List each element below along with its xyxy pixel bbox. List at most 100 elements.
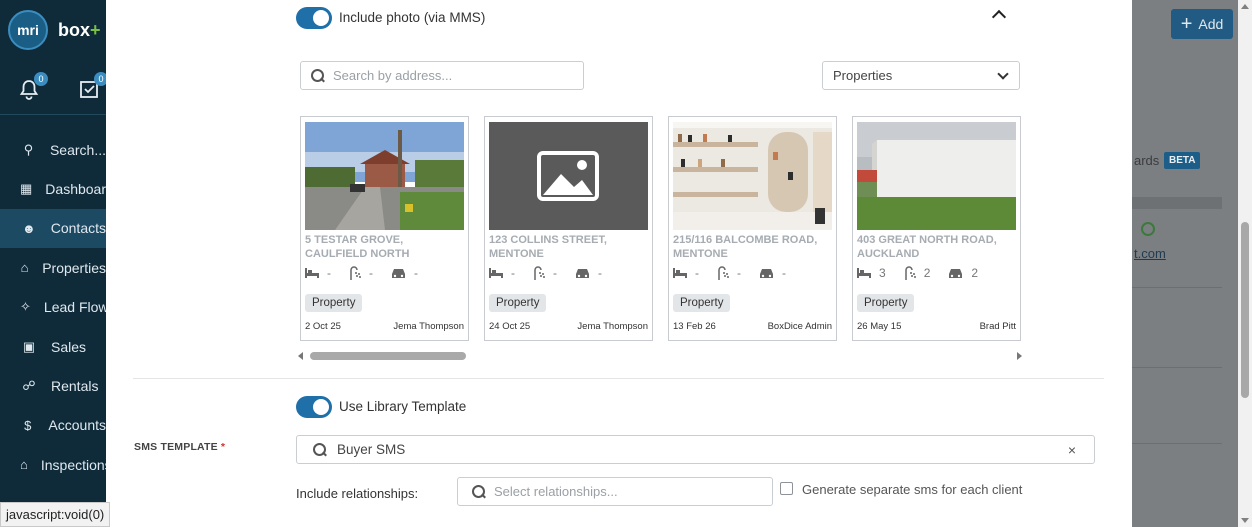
background-header-bar [1132, 197, 1222, 209]
plus-icon: + [1180, 13, 1193, 35]
property-card[interactable]: 5 TESTAR GROVE, CAULFIELD NORTH - - - Pr… [300, 116, 469, 341]
property-agent: Brad Pitt [979, 321, 1016, 332]
row-divider [1132, 287, 1222, 288]
required-marker: * [220, 441, 226, 453]
brand-name: box+ [58, 19, 101, 40]
sms-modal: Include photo (via MMS) Search by addres… [106, 0, 1132, 527]
property-features: 3 2 2 [857, 266, 996, 280]
sidebar-item-accounts[interactable]: $ Accounts [0, 406, 106, 445]
property-date: 2 Oct 25 [305, 321, 341, 332]
sms-template-select[interactable]: Buyer SMS × [296, 435, 1095, 464]
sales-icon: ▣ [22, 338, 36, 354]
include-photo-label: Include photo (via MMS) [339, 10, 486, 25]
property-address: 123 COLLINS STREET, MENTONE [489, 234, 607, 260]
sidebar-item-rentals[interactable]: ☍ Rentals [0, 366, 106, 405]
property-cards: 5 TESTAR GROVE, CAULFIELD NORTH - - - Pr… [300, 116, 1021, 341]
page-scrollbar[interactable] [1238, 0, 1252, 527]
clear-icon[interactable]: × [1068, 442, 1076, 458]
sidebar-item-label: Lead Flow [43, 299, 106, 316]
scroll-down-arrow-icon[interactable] [1241, 518, 1249, 523]
inspection-icon: ⌂ [20, 457, 28, 473]
sidebar-item-inspections[interactable]: ⌂ Inspections [0, 445, 106, 484]
cards-horizontal-scrollbar[interactable] [298, 351, 1022, 361]
sidebar-item-dashboard[interactable]: ▦ Dashboard [0, 169, 106, 208]
generate-separate-sms-checkbox[interactable] [780, 482, 793, 495]
home-icon: ⌂ [20, 260, 29, 276]
bed-icon [857, 268, 871, 278]
lead-flow-icon: ✧ [20, 299, 31, 315]
use-library-template-toggle[interactable] [296, 396, 332, 418]
scroll-up-arrow-icon[interactable] [1241, 4, 1249, 9]
property-features: - - - [489, 266, 620, 280]
baths-value: - [737, 266, 741, 280]
tasks-icon[interactable]: 0 [78, 72, 108, 100]
scroll-thumb[interactable] [1241, 222, 1249, 398]
cars-value: 2 [971, 266, 979, 280]
beds-value: - [327, 266, 331, 280]
sidebar-item-label: Rentals [51, 378, 99, 395]
add-button-label: Add [1198, 16, 1224, 32]
email-link[interactable]: t.com [1134, 246, 1166, 261]
search-icon [311, 68, 325, 83]
add-button[interactable]: + Add [1171, 9, 1233, 39]
sidebar-item-search[interactable]: ⚲ Search... [0, 130, 106, 169]
select-value: Properties [833, 68, 893, 83]
notification-badge: 0 [34, 72, 48, 86]
chevron-up-icon[interactable] [991, 9, 1007, 25]
chevron-down-icon [997, 67, 1009, 80]
sidebar-item-label: Properties [42, 259, 106, 276]
sidebar-nav: ⚲ Search... ▦ Dashboard ☻ Contacts ⌂ Propert… [0, 130, 106, 485]
scroll-left-arrow-icon[interactable] [298, 352, 303, 360]
sidebar-item-sales[interactable]: ▣ Sales [0, 327, 106, 366]
property-date: 13 Feb 26 [673, 321, 716, 332]
baths-value: - [553, 266, 557, 280]
car-icon [949, 268, 963, 278]
status-bar-url: javascript:void(0) [0, 502, 111, 527]
property-address: 403 GREAT NORTH ROAD, AUCKLAND [857, 234, 997, 260]
property-date: 24 Oct 25 [489, 321, 531, 332]
sidebar-item-label: Inspections [40, 456, 106, 473]
key-icon: ☍ [22, 378, 36, 394]
properties-select[interactable]: Properties [822, 61, 1020, 90]
address-search-input[interactable]: Search by address... [300, 61, 584, 90]
use-library-template-label: Use Library Template [339, 399, 467, 414]
sidebar: mri box+ 0 0 ⚲ Search... ▦ Dashboard ☻ Cont… [0, 0, 108, 527]
property-address: 215/116 BALCOMBE ROAD, MENTONE [673, 234, 818, 260]
sidebar-item-contacts[interactable]: ☻ Contacts [0, 208, 106, 249]
bed-icon [673, 268, 687, 278]
beta-badge: BETA [1164, 152, 1201, 169]
property-type-tag: Property [305, 294, 363, 312]
bed-icon [489, 268, 503, 278]
brand[interactable]: mri box+ [8, 10, 101, 50]
sidebar-item-label: Dashboard [45, 181, 106, 198]
relationships-input[interactable]: Select relationships... [457, 477, 773, 506]
sidebar-item-lead-flow[interactable]: ✧ Lead Flow [0, 288, 106, 327]
property-photo [857, 122, 1016, 230]
dashboard-icon: ▦ [20, 181, 33, 197]
property-card[interactable]: 123 COLLINS STREET, MENTONE - - - Proper… [484, 116, 653, 341]
property-agent: BoxDice Admin [767, 321, 832, 332]
mri-logo: mri [8, 10, 48, 50]
beds-value: - [695, 266, 699, 280]
property-card[interactable]: 215/116 BALCOMBE ROAD, MENTONE - - - Pro… [668, 116, 837, 341]
car-icon [576, 268, 589, 278]
shower-icon [904, 266, 916, 280]
sidebar-item-label: Contacts [50, 220, 106, 237]
scroll-right-arrow-icon[interactable] [1017, 352, 1022, 360]
phone-icon[interactable] [1141, 222, 1155, 236]
user-icon: ☻ [22, 220, 36, 236]
bed-icon [305, 268, 319, 278]
beds-value: - [511, 266, 515, 280]
sms-template-label: SMS TEMPLATE * [134, 441, 226, 453]
horizontal-scroll-thumb[interactable] [310, 352, 466, 360]
bell-icon[interactable]: 0 [18, 72, 48, 100]
property-agent: Jema Thompson [393, 321, 464, 332]
include-photo-toggle[interactable] [296, 7, 332, 29]
sidebar-item-properties[interactable]: ⌂ Properties [0, 248, 106, 287]
row-divider [1132, 367, 1222, 368]
property-card[interactable]: 403 GREAT NORTH ROAD, AUCKLAND 3 2 2 Pro… [852, 116, 1021, 341]
sidebar-item-label: Search... [49, 141, 106, 158]
shower-icon [350, 266, 361, 280]
sidebar-item-label: Accounts [48, 417, 106, 434]
include-relationships-label: Include relationships: [296, 486, 419, 501]
